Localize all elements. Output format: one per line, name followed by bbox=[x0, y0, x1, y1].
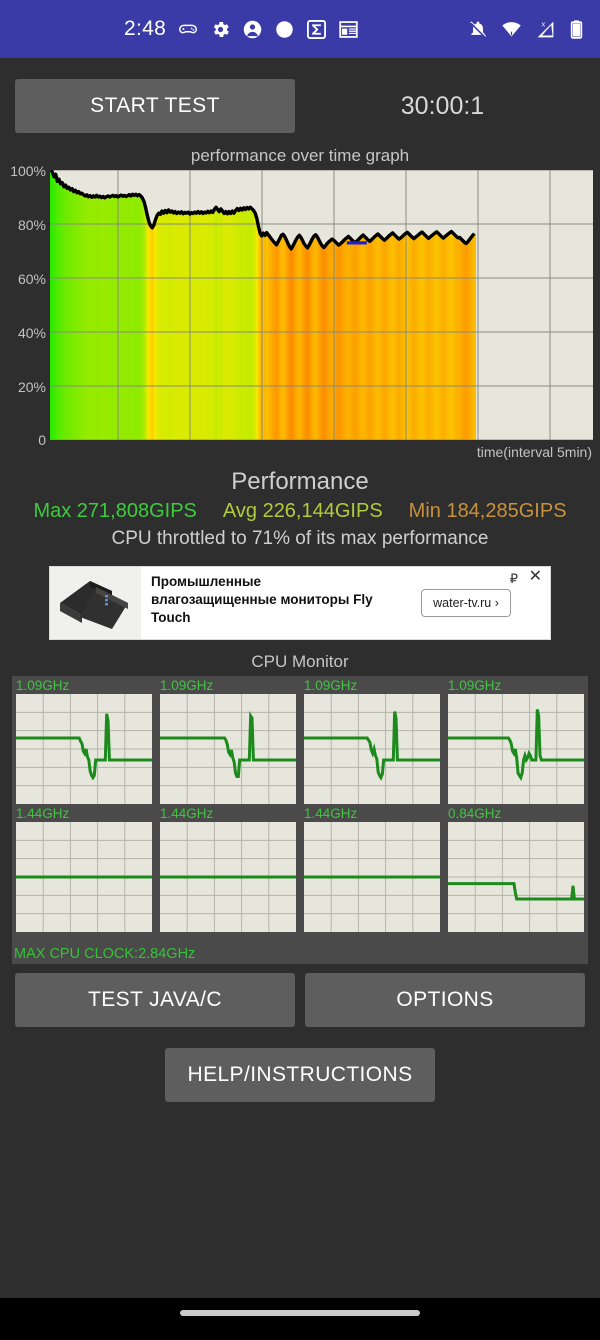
battery-icon bbox=[569, 19, 584, 40]
throttle-note: CPU throttled to 71% of its max performa… bbox=[111, 528, 489, 549]
cpu-core-cell-3: 1.09GHz bbox=[444, 676, 588, 804]
cpu-core-cell-5: 1.44GHz bbox=[156, 804, 300, 932]
ad-banner[interactable]: Промышленные влагозащищенные мониторы Fl… bbox=[49, 566, 551, 640]
account-icon bbox=[242, 19, 263, 40]
max-cpu-clock-label: MAX CPU CLOCK:2.84GHz bbox=[14, 946, 196, 962]
ytick-100: 100% bbox=[10, 163, 46, 179]
status-bar-left: 2:48 bbox=[124, 0, 359, 58]
graph-title: performance over time graph bbox=[190, 146, 410, 165]
graph-svg bbox=[50, 170, 593, 440]
cpu-core-grid: 1.09GHz 1.09GHz 1.09GHz 1.09GHz 1.44GHz 1.44G… bbox=[12, 676, 588, 932]
ad-thumbnail-image bbox=[50, 567, 141, 639]
cpu-core-chart-1 bbox=[160, 694, 296, 804]
cpu-core-freq-5: 1.44GHz bbox=[160, 806, 214, 821]
start-test-button[interactable]: START TEST bbox=[15, 79, 295, 133]
sigma-icon bbox=[306, 19, 327, 40]
ytick-40: 40% bbox=[17, 325, 46, 341]
svg-text:x: x bbox=[542, 21, 546, 28]
perf-min: Min 184,285GIPS bbox=[408, 500, 567, 522]
ad-actions: ₽ ✕ water-tv.ru › bbox=[382, 567, 550, 639]
status-clock: 2:48 bbox=[124, 17, 167, 40]
cpu-monitor-title: CPU Monitor bbox=[251, 652, 349, 671]
cpu-core-freq-3: 1.09GHz bbox=[448, 678, 502, 693]
notifications-muted-icon bbox=[468, 19, 488, 39]
cpu-monitor-panel: 1.09GHz 1.09GHz 1.09GHz 1.09GHz 1.44GHz 1.44G… bbox=[12, 676, 588, 964]
cpu-core-chart-5 bbox=[160, 822, 296, 932]
test-java-c-button[interactable]: TEST JAVA/C bbox=[15, 973, 295, 1027]
cpu-core-freq-2: 1.09GHz bbox=[304, 678, 358, 693]
graph-xaxis-label: time(interval 5min) bbox=[476, 444, 592, 460]
cpu-core-cell-6: 1.44GHz bbox=[300, 804, 444, 932]
ad-currency-marker: ₽ bbox=[509, 571, 518, 586]
performance-summary: Performance Max 271,808GIPS Avg 226,144G… bbox=[0, 465, 600, 550]
options-button[interactable]: OPTIONS bbox=[305, 973, 585, 1027]
cpu-core-cell-7: 0.84GHz bbox=[444, 804, 588, 932]
cpu-core-freq-4: 1.44GHz bbox=[16, 806, 70, 821]
gamepad-icon bbox=[177, 18, 199, 40]
cpu-core-cell-4: 1.44GHz bbox=[12, 804, 156, 932]
cpu-core-cell-0: 1.09GHz bbox=[12, 676, 156, 804]
performance-heading: Performance bbox=[231, 468, 369, 495]
cpu-core-freq-1: 1.09GHz bbox=[160, 678, 214, 693]
cpu-core-freq-6: 1.44GHz bbox=[304, 806, 358, 821]
graph-plot-area bbox=[50, 170, 593, 440]
perf-max: Max 271,808GIPS bbox=[33, 500, 197, 522]
ytick-20: 20% bbox=[17, 379, 46, 395]
cpu-core-freq-7: 0.84GHz bbox=[448, 806, 502, 821]
ad-cta-button[interactable]: water-tv.ru › bbox=[421, 589, 511, 617]
performance-stats-row: Max 271,808GIPS Avg 226,144GIPS Min 184,… bbox=[0, 500, 600, 523]
signal-no-sim-icon: x bbox=[535, 19, 556, 40]
ytick-80: 80% bbox=[17, 217, 46, 233]
cpu-core-freq-0: 1.09GHz bbox=[16, 678, 70, 693]
test-timer: 30:00:1 bbox=[400, 91, 485, 120]
ytick-0: 0 bbox=[38, 432, 46, 448]
gear-icon bbox=[210, 19, 231, 40]
cpu-core-chart-0 bbox=[16, 694, 152, 804]
ytick-60: 60% bbox=[17, 271, 46, 287]
nav-gesture-pill[interactable] bbox=[180, 1310, 420, 1316]
status-bar-right: x bbox=[468, 0, 584, 58]
system-nav-bar bbox=[0, 1298, 600, 1340]
cpu-core-chart-3 bbox=[448, 694, 584, 804]
perf-avg: Avg 226,144GIPS bbox=[222, 500, 383, 522]
performance-graph: performance over time graph 100% 80% 60%… bbox=[0, 146, 600, 466]
calendar-icon bbox=[338, 19, 359, 40]
cpu-core-cell-1: 1.09GHz bbox=[156, 676, 300, 804]
cpu-core-chart-7 bbox=[448, 822, 584, 932]
cpu-core-cell-2: 1.09GHz bbox=[300, 676, 444, 804]
wifi-icon bbox=[501, 19, 522, 40]
cpu-core-chart-6 bbox=[304, 822, 440, 932]
status-bar: 2:48 x bbox=[0, 0, 600, 58]
help-instructions-button[interactable]: HELP/INSTRUCTIONS bbox=[165, 1048, 435, 1102]
circle-icon bbox=[274, 19, 295, 40]
ad-headline: Промышленные влагозащищенные мониторы Fl… bbox=[151, 574, 373, 625]
cpu-core-chart-4 bbox=[16, 822, 152, 932]
ad-close-icon[interactable]: ✕ bbox=[529, 569, 542, 585]
cpu-core-chart-2 bbox=[304, 694, 440, 804]
